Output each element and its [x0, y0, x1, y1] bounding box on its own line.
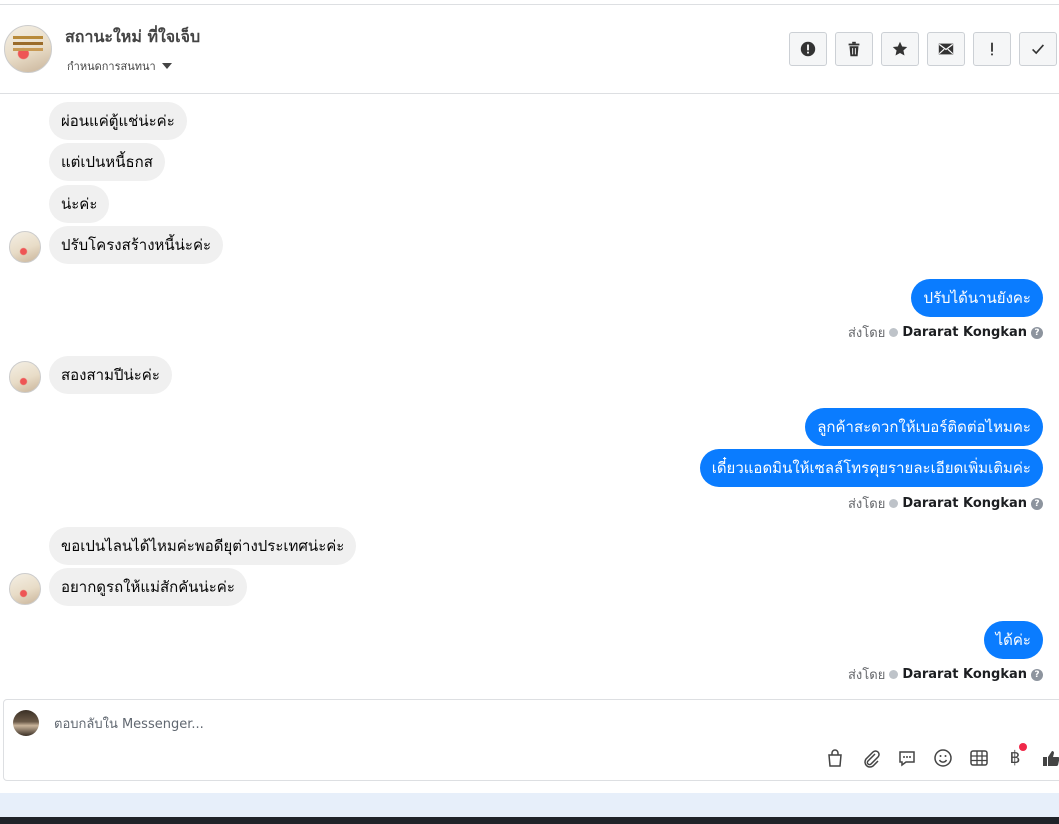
- sent-by-line: ส่งโดย Dararat Kongkan ?: [848, 664, 1043, 685]
- sent-by-agent[interactable]: Dararat Kongkan: [902, 325, 1027, 340]
- spam-button[interactable]: [789, 32, 827, 66]
- exclamation-icon: [991, 42, 993, 56]
- baht-icon: ฿: [1009, 748, 1021, 768]
- outgoing-message[interactable]: เดี๋ยวแอดมินให้เซลล์โทรคุยรายละเอียดเพิ่…: [699, 449, 1043, 487]
- incoming-message[interactable]: แต่เปนหนี้ธกส: [49, 143, 165, 181]
- sent-by-prefix: ส่งโดย: [847, 497, 886, 512]
- saved-reply-button[interactable]: [896, 747, 918, 769]
- contact-name[interactable]: สถานะใหม่ ที่ใจเจ็บ: [65, 25, 200, 50]
- like-button[interactable]: [1040, 747, 1059, 769]
- conversation-header: สถานะใหม่ ที่ใจเจ็บ กำหนดการสนทนา: [0, 5, 1059, 94]
- delete-button[interactable]: [835, 32, 873, 66]
- outgoing-message[interactable]: ปรับได้นานยังคะ: [911, 279, 1043, 317]
- payment-button[interactable]: ฿: [1004, 743, 1027, 769]
- envelope-icon: [938, 43, 954, 55]
- help-icon[interactable]: ?: [1031, 497, 1043, 510]
- trash-icon: [848, 41, 860, 57]
- star-icon: [892, 41, 908, 56]
- attach-button[interactable]: [860, 747, 882, 769]
- paperclip-icon: [864, 750, 880, 768]
- message-thread[interactable]: ผ่อนแค่ตู้แช่น่ะค่ะ แต่เปนหนี้ธกส น่ะค่ะ…: [0, 94, 1059, 698]
- alert-circle-icon: [800, 41, 816, 57]
- sent-by-agent[interactable]: Dararat Kongkan: [902, 667, 1027, 682]
- help-icon[interactable]: ?: [1031, 668, 1043, 681]
- outgoing-message[interactable]: ลูกค้าสะดวกให้เบอร์ติดต่อไหมคะ: [805, 408, 1043, 446]
- taskbar-edge: [0, 817, 1059, 824]
- page-check-icon: [889, 670, 899, 679]
- sent-by-agent[interactable]: Dararat Kongkan: [902, 496, 1027, 511]
- assign-label: กำหนดการสนทนา: [67, 60, 156, 73]
- contact-avatar[interactable]: [4, 25, 52, 73]
- shopping-bag-icon: [828, 749, 842, 767]
- footer-band: [0, 793, 1059, 817]
- reply-input[interactable]: [52, 712, 656, 736]
- incoming-message[interactable]: น่ะค่ะ: [49, 185, 110, 223]
- contact-avatar-small: [9, 361, 41, 393]
- incoming-message[interactable]: อยากดูรถให้แม่สักคันน่ะค่ะ: [49, 568, 247, 606]
- notification-dot: [1019, 743, 1027, 751]
- incoming-message[interactable]: ขอเปนไลนได้ไหมค่ะพอดียุต่างประเทศน่ะค่ะ: [49, 527, 357, 565]
- sent-by-line: ส่งโดย Dararat Kongkan ?: [848, 322, 1043, 343]
- caret-down-icon: [161, 63, 172, 69]
- table-button[interactable]: [968, 747, 990, 769]
- shop-button[interactable]: [824, 747, 846, 769]
- header-actions: [789, 32, 1057, 66]
- contact-avatar-small: [9, 231, 41, 263]
- assign-conversation-dropdown[interactable]: กำหนดการสนทนา: [67, 57, 172, 75]
- sent-by-prefix: ส่งโดย: [847, 668, 886, 683]
- checkmark-icon: [1032, 44, 1045, 55]
- incoming-message[interactable]: สองสามปีน่ะค่ะ: [49, 356, 172, 394]
- sent-by-prefix: ส่งโดย: [847, 326, 886, 341]
- thumbs-up-icon: [1043, 751, 1059, 766]
- follow-up-button[interactable]: [973, 32, 1011, 66]
- page-avatar: [13, 710, 39, 736]
- page-check-icon: [889, 328, 899, 337]
- table-icon: [970, 750, 988, 766]
- star-button[interactable]: [881, 32, 919, 66]
- page-check-icon: [889, 499, 899, 508]
- reply-composer: ฿: [3, 699, 1059, 781]
- mark-done-button[interactable]: [1019, 32, 1057, 66]
- incoming-message[interactable]: ผ่อนแค่ตู้แช่น่ะค่ะ: [49, 102, 187, 140]
- mark-unread-button[interactable]: [927, 32, 965, 66]
- contact-avatar-small: [9, 573, 41, 605]
- emoji-button[interactable]: [932, 747, 954, 769]
- saved-reply-icon: [899, 751, 915, 767]
- help-icon[interactable]: ?: [1031, 326, 1043, 339]
- composer-tools: ฿: [824, 743, 1059, 769]
- sent-by-line: ส่งโดย Dararat Kongkan ?: [848, 493, 1043, 514]
- emoji-icon: [934, 749, 952, 767]
- outgoing-message[interactable]: ได้ค่ะ: [983, 621, 1043, 659]
- incoming-message[interactable]: ปรับโครงสร้างหนี้น่ะค่ะ: [49, 226, 224, 264]
